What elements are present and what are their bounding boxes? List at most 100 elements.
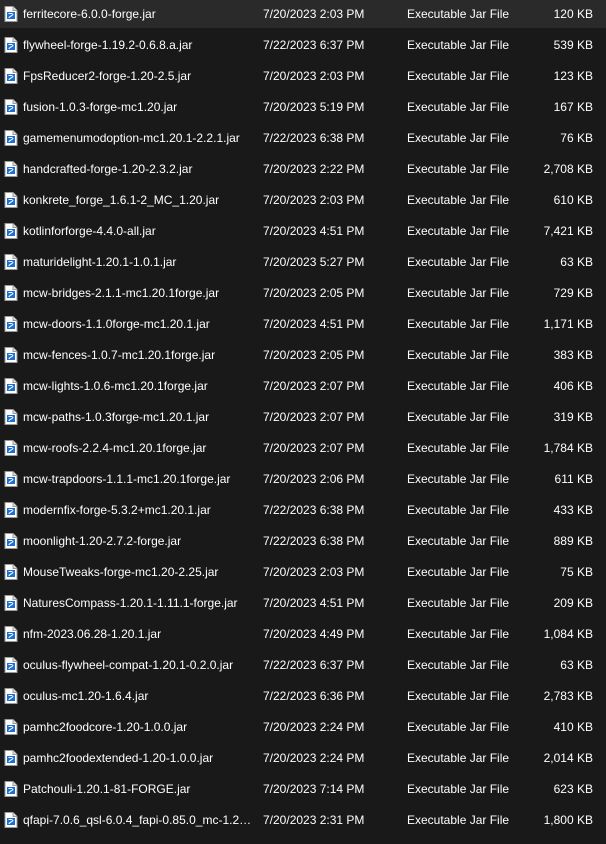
file-size: 2,783 KB (543, 689, 593, 703)
file-name: mcw-doors-1.1.0forge-mc1.20.1.jar (23, 317, 210, 331)
file-row[interactable]: pamhc2foodextended-1.20-1.0.0.jar 7/20/2… (0, 744, 606, 772)
jar-file-icon (4, 781, 18, 797)
file-row[interactable]: handcrafted-forge-1.20-2.3.2.jar 7/20/20… (0, 155, 606, 183)
file-size: 383 KB (553, 348, 593, 362)
file-date-modified: 7/20/2023 4:51 PM (263, 317, 365, 331)
file-size: 1,784 KB (543, 441, 593, 455)
jar-file-icon (4, 37, 18, 53)
file-size: 539 KB (553, 38, 593, 52)
file-row[interactable]: mcw-bridges-2.1.1-mc1.20.1forge.jar 7/20… (0, 279, 606, 307)
file-row[interactable]: konkrete_forge_1.6.1-2_MC_1.20.jar 7/20/… (0, 186, 606, 214)
file-name: mcw-lights-1.0.6-mc1.20.1forge.jar (23, 379, 208, 393)
file-date-modified: 7/20/2023 4:51 PM (263, 596, 365, 610)
jar-file-icon (4, 595, 18, 611)
jar-file-icon (4, 471, 18, 487)
jar-file-icon (4, 409, 18, 425)
file-row[interactable]: mcw-fences-1.0.7-mc1.20.1forge.jar 7/20/… (0, 341, 606, 369)
file-row[interactable]: mcw-roofs-2.2.4-mc1.20.1forge.jar 7/20/2… (0, 434, 606, 462)
file-row[interactable]: fusion-1.0.3-forge-mc1.20.jar 7/20/2023 … (0, 93, 606, 121)
file-date-modified: 7/20/2023 2:03 PM (263, 7, 365, 21)
file-size: 406 KB (553, 379, 593, 393)
file-name: mcw-roofs-2.2.4-mc1.20.1forge.jar (23, 441, 207, 455)
jar-file-icon (4, 285, 18, 301)
file-row[interactable]: NaturesCompass-1.20.1-1.11.1-forge.jar 7… (0, 589, 606, 617)
file-name: maturidelight-1.20.1-1.0.1.jar (23, 255, 177, 269)
file-row[interactable]: mcw-doors-1.1.0forge-mc1.20.1.jar 7/20/2… (0, 310, 606, 338)
jar-file-icon (4, 68, 18, 84)
file-name: pamhc2foodextended-1.20-1.0.0.jar (23, 751, 214, 765)
file-row[interactable]: modernfix-forge-5.3.2+mc1.20.1.jar 7/22/… (0, 496, 606, 524)
file-row[interactable]: mcw-trapdoors-1.1.1-mc1.20.1forge.jar 7/… (0, 465, 606, 493)
file-date-modified: 7/20/2023 2:07 PM (263, 441, 365, 455)
jar-file-icon (4, 130, 18, 146)
file-size: 63 KB (560, 658, 593, 672)
jar-file-icon (4, 192, 18, 208)
jar-file-icon (4, 254, 18, 270)
file-date-modified: 7/22/2023 6:37 PM (263, 658, 365, 672)
file-date-modified: 7/20/2023 2:24 PM (263, 751, 365, 765)
file-row[interactable]: maturidelight-1.20.1-1.0.1.jar 7/20/2023… (0, 248, 606, 276)
file-row[interactable]: FpsReducer2-forge-1.20-2.5.jar 7/20/2023… (0, 62, 606, 90)
file-row[interactable]: Patchouli-1.20.1-81-FORGE.jar 7/20/2023 … (0, 775, 606, 803)
file-date-modified: 7/20/2023 2:03 PM (263, 193, 365, 207)
file-name: mcw-bridges-2.1.1-mc1.20.1forge.jar (23, 286, 220, 300)
file-name: mcw-paths-1.0.3forge-mc1.20.1.jar (23, 410, 210, 424)
file-name: mcw-fences-1.0.7-mc1.20.1forge.jar (23, 348, 216, 362)
file-date-modified: 7/22/2023 6:38 PM (263, 534, 365, 548)
jar-file-icon (4, 6, 18, 22)
file-size: 433 KB (553, 503, 593, 517)
file-size: 7,421 KB (543, 224, 593, 238)
file-name: FpsReducer2-forge-1.20-2.5.jar (23, 69, 192, 83)
file-date-modified: 7/20/2023 2:24 PM (263, 720, 365, 734)
file-row[interactable]: oculus-mc1.20-1.6.4.jar 7/22/2023 6:36 P… (0, 682, 606, 710)
jar-file-icon (4, 223, 18, 239)
file-name: kotlinforforge-4.4.0-all.jar (23, 224, 156, 238)
jar-file-icon (4, 533, 18, 549)
jar-file-icon (4, 502, 18, 518)
file-row[interactable]: qfapi-7.0.6_qsl-6.0.4_fapi-0.85.0_mc-1.2… (0, 806, 606, 834)
file-name: mcw-trapdoors-1.1.1-mc1.20.1forge.jar (23, 472, 231, 486)
file-name: MouseTweaks-forge-mc1.20-2.25.jar (23, 565, 219, 579)
file-date-modified: 7/20/2023 2:03 PM (263, 69, 365, 83)
file-row[interactable]: mcw-paths-1.0.3forge-mc1.20.1.jar 7/20/2… (0, 403, 606, 431)
file-name: gamemenumodoption-mc1.20.1-2.2.1.jar (23, 131, 240, 145)
file-date-modified: 7/20/2023 5:19 PM (263, 100, 365, 114)
file-date-modified: 7/22/2023 6:36 PM (263, 689, 365, 703)
file-name: nfm-2023.06.28-1.20.1.jar (23, 627, 162, 641)
file-row[interactable]: nfm-2023.06.28-1.20.1.jar 7/20/2023 4:49… (0, 620, 606, 648)
file-row[interactable]: oculus-flywheel-compat-1.20.1-0.2.0.jar … (0, 651, 606, 679)
jar-file-icon (4, 719, 18, 735)
file-name: modernfix-forge-5.3.2+mc1.20.1.jar (23, 503, 211, 517)
file-name: handcrafted-forge-1.20-2.3.2.jar (23, 162, 193, 176)
file-name: oculus-flywheel-compat-1.20.1-0.2.0.jar (23, 658, 234, 672)
file-name: Patchouli-1.20.1-81-FORGE.jar (23, 782, 191, 796)
file-row[interactable]: pamhc2foodcore-1.20-1.0.0.jar 7/20/2023 … (0, 713, 606, 741)
jar-file-icon (4, 316, 18, 332)
file-date-modified: 7/20/2023 2:07 PM (263, 379, 365, 393)
file-row[interactable]: moonlight-1.20-2.7.2-forge.jar 7/22/2023… (0, 527, 606, 555)
jar-file-icon (4, 440, 18, 456)
file-row[interactable]: MouseTweaks-forge-mc1.20-2.25.jar 7/20/2… (0, 558, 606, 586)
file-date-modified: 7/20/2023 2:31 PM (263, 813, 365, 827)
file-row[interactable]: ferritecore-6.0.0-forge.jar 7/20/2023 2:… (0, 0, 606, 28)
jar-file-icon (4, 812, 18, 828)
file-size: 1,800 KB (543, 813, 593, 827)
file-name: konkrete_forge_1.6.1-2_MC_1.20.jar (23, 193, 220, 207)
file-row[interactable]: mcw-lights-1.0.6-mc1.20.1forge.jar 7/20/… (0, 372, 606, 400)
file-date-modified: 7/20/2023 2:06 PM (263, 472, 365, 486)
jar-file-icon (4, 378, 18, 394)
file-row[interactable]: flywheel-forge-1.19.2-0.6.8.a.jar 7/22/2… (0, 31, 606, 59)
file-name: fusion-1.0.3-forge-mc1.20.jar (23, 100, 178, 114)
file-name: pamhc2foodcore-1.20-1.0.0.jar (23, 720, 188, 734)
file-date-modified: 7/20/2023 2:22 PM (263, 162, 365, 176)
jar-file-icon (4, 99, 18, 115)
file-list: ferritecore-6.0.0-forge.jar 7/20/2023 2:… (0, 0, 606, 844)
file-date-modified: 7/22/2023 6:38 PM (263, 131, 365, 145)
file-row[interactable]: gamemenumodoption-mc1.20.1-2.2.1.jar 7/2… (0, 124, 606, 152)
jar-file-icon (4, 688, 18, 704)
file-size: 1,084 KB (543, 627, 593, 641)
file-name: moonlight-1.20-2.7.2-forge.jar (23, 534, 182, 548)
jar-file-icon (4, 347, 18, 363)
file-row[interactable]: kotlinforforge-4.4.0-all.jar 7/20/2023 4… (0, 217, 606, 245)
file-date-modified: 7/20/2023 2:05 PM (263, 348, 365, 362)
